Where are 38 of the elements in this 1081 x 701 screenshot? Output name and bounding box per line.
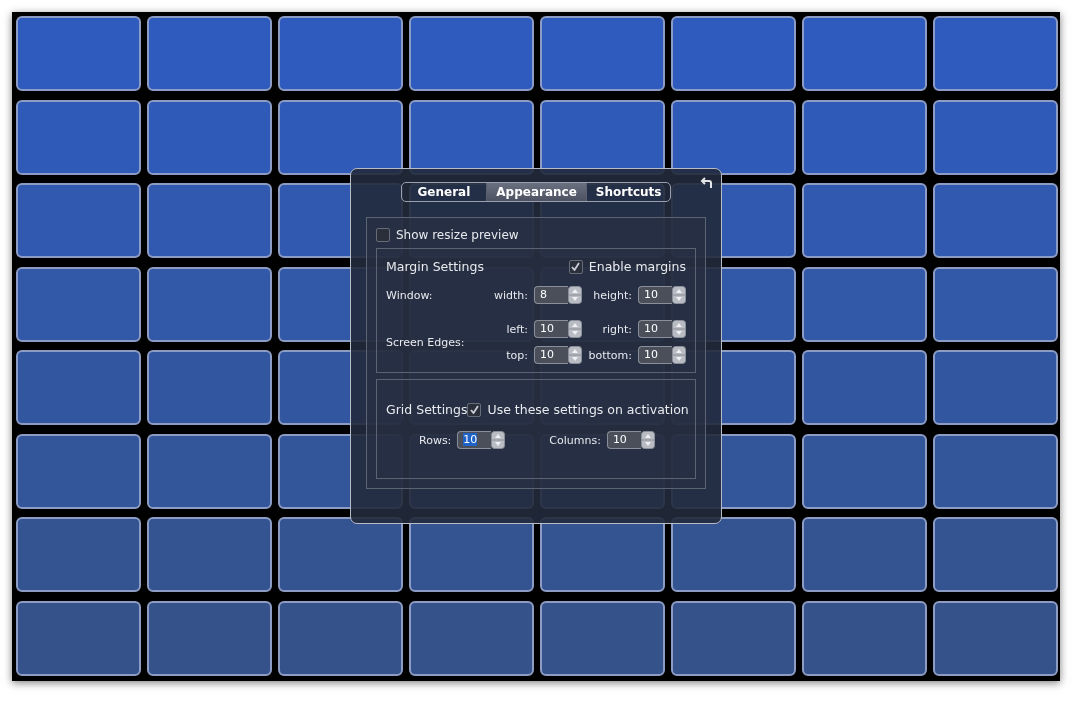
number-field[interactable]: 10 bbox=[457, 431, 492, 449]
field-label: top: bbox=[505, 348, 528, 362]
checkbox-label: Enable margins bbox=[588, 259, 686, 274]
number-field[interactable]: 10 bbox=[638, 286, 672, 304]
stepper-icon[interactable] bbox=[568, 346, 582, 364]
checkbox-label: Use these settings on activation bbox=[487, 402, 689, 417]
checkbox[interactable] bbox=[467, 402, 482, 417]
row-label: Screen Edges: bbox=[386, 335, 466, 349]
stepper-icon[interactable] bbox=[672, 320, 686, 338]
checkbox[interactable] bbox=[568, 259, 583, 274]
undo-arrow-icon[interactable] bbox=[699, 177, 713, 189]
number-field[interactable]: 10 bbox=[534, 320, 568, 338]
number-field[interactable]: 8 bbox=[534, 286, 568, 304]
stepper-icon[interactable] bbox=[672, 346, 686, 364]
group-title: Grid Settings bbox=[386, 402, 468, 417]
tab[interactable]: Shortcuts bbox=[585, 183, 671, 201]
field-label: Columns: bbox=[549, 433, 601, 447]
number-field[interactable]: 10 bbox=[534, 346, 568, 364]
field-label: Rows: bbox=[419, 433, 452, 447]
field-label: left: bbox=[505, 322, 528, 336]
number-field[interactable]: 10 bbox=[606, 431, 641, 449]
field-label: width: bbox=[492, 288, 528, 302]
stepper-icon[interactable] bbox=[568, 320, 582, 338]
tab[interactable]: Appearance bbox=[486, 183, 586, 201]
stepper-icon[interactable] bbox=[672, 286, 686, 304]
field-label: right: bbox=[601, 322, 632, 336]
checkbox-label: Show resize preview bbox=[396, 228, 519, 242]
number-field[interactable]: 10 bbox=[638, 346, 672, 364]
stepper-icon[interactable] bbox=[568, 286, 582, 304]
group-title: Margin Settings bbox=[386, 259, 484, 274]
number-field[interactable]: 10 bbox=[638, 320, 672, 338]
checkbox[interactable] bbox=[376, 228, 390, 242]
field-label: bottom: bbox=[588, 348, 632, 362]
stepper-icon[interactable] bbox=[491, 431, 506, 449]
row-label: Window: bbox=[386, 288, 434, 302]
stepper-icon[interactable] bbox=[640, 431, 655, 449]
tab[interactable]: General bbox=[401, 183, 487, 201]
field-label: height: bbox=[592, 288, 632, 302]
